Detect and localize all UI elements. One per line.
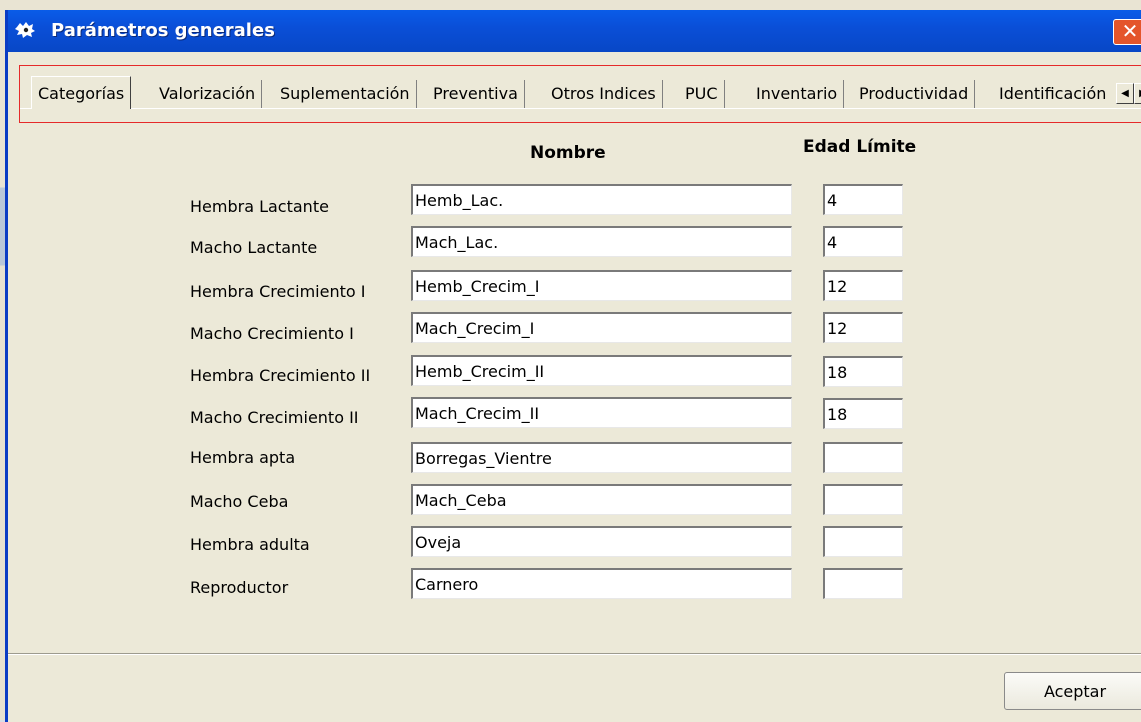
row-label-macho-ceba: Macho Ceba bbox=[190, 492, 289, 511]
age-field-hembra-lactante[interactable] bbox=[823, 184, 903, 215]
row-label-hembra-crecimiento-i: Hembra Crecimiento I bbox=[190, 282, 366, 301]
name-field-macho-crecimiento-i[interactable] bbox=[411, 312, 792, 343]
age-field-macho-crecimiento-ii[interactable] bbox=[823, 398, 903, 429]
tab-identificacion[interactable]: Identificación bbox=[993, 80, 1116, 108]
name-field-macho-lactante[interactable] bbox=[411, 226, 792, 257]
name-field-hembra-crecimiento-ii[interactable] bbox=[411, 355, 792, 386]
name-field-reproductor[interactable] bbox=[411, 568, 792, 599]
app-sheep-icon bbox=[15, 22, 35, 38]
row-label-macho-crecimiento-ii: Macho Crecimiento II bbox=[190, 408, 359, 427]
age-field-hembra-adulta[interactable] bbox=[823, 526, 903, 557]
row-label-hembra-lactante: Hembra Lactante bbox=[190, 197, 329, 216]
column-header-nombre: Nombre bbox=[530, 143, 606, 163]
separator-highlight bbox=[8, 654, 1141, 655]
scroll-right-icon[interactable]: ▶ bbox=[1134, 83, 1141, 104]
age-field-macho-crecimiento-i[interactable] bbox=[823, 312, 903, 343]
tab-suplementacion[interactable]: Suplementación bbox=[274, 80, 417, 108]
name-field-hembra-lactante[interactable] bbox=[411, 184, 792, 215]
row-label-reproductor: Reproductor bbox=[190, 578, 289, 597]
tab-productividad[interactable]: Productividad bbox=[853, 80, 976, 108]
name-field-macho-ceba[interactable] bbox=[411, 484, 792, 515]
name-field-hembra-crecimiento-i[interactable] bbox=[411, 270, 792, 301]
age-field-hembra-apta[interactable] bbox=[823, 442, 903, 473]
tab-otros-indices[interactable]: Otros Indices bbox=[545, 80, 663, 108]
tab-inventario[interactable]: Inventario bbox=[750, 80, 845, 108]
age-field-hembra-crecimiento-i[interactable] bbox=[823, 270, 903, 301]
name-field-hembra-apta[interactable] bbox=[411, 442, 792, 473]
tab-panel-border bbox=[20, 108, 1141, 109]
name-field-macho-crecimiento-ii[interactable] bbox=[411, 397, 792, 428]
name-field-hembra-adulta[interactable] bbox=[411, 526, 792, 557]
close-icon: ✕ bbox=[1121, 19, 1139, 43]
row-label-macho-lactante: Macho Lactante bbox=[190, 238, 318, 257]
window-title: Parámetros generales bbox=[51, 20, 275, 41]
accept-button[interactable]: Aceptar bbox=[1004, 672, 1141, 710]
age-field-reproductor[interactable] bbox=[823, 568, 903, 599]
age-field-macho-ceba[interactable] bbox=[823, 484, 903, 515]
age-field-macho-lactante[interactable] bbox=[823, 226, 903, 257]
row-label-hembra-adulta: Hembra adulta bbox=[190, 535, 310, 554]
title-bar[interactable]: Parámetros generales ✕ bbox=[8, 10, 1141, 52]
row-label-hembra-apta: Hembra apta bbox=[190, 448, 296, 467]
desktop-strip-top bbox=[0, 0, 1141, 10]
column-header-edad-limite: Edad Límite bbox=[803, 137, 917, 157]
close-button[interactable]: ✕ bbox=[1113, 19, 1141, 45]
tab-valorizacion[interactable]: Valorización bbox=[153, 80, 263, 108]
row-label-macho-crecimiento-i: Macho Crecimiento I bbox=[190, 324, 354, 343]
age-field-hembra-crecimiento-ii[interactable] bbox=[823, 356, 903, 387]
scroll-left-icon[interactable]: ◀ bbox=[1116, 83, 1134, 104]
row-label-hembra-crecimiento-ii: Hembra Crecimiento II bbox=[190, 366, 371, 385]
tab-categorias[interactable]: Categorías bbox=[31, 76, 132, 109]
tab-preventiva[interactable]: Preventiva bbox=[427, 80, 525, 108]
tab-puc[interactable]: PUC bbox=[679, 80, 725, 108]
tab-scroll-buttons: ◀ ▶ bbox=[1116, 83, 1141, 104]
dialog-window: Parámetros generales ✕ Categorías Valori… bbox=[5, 10, 1141, 722]
